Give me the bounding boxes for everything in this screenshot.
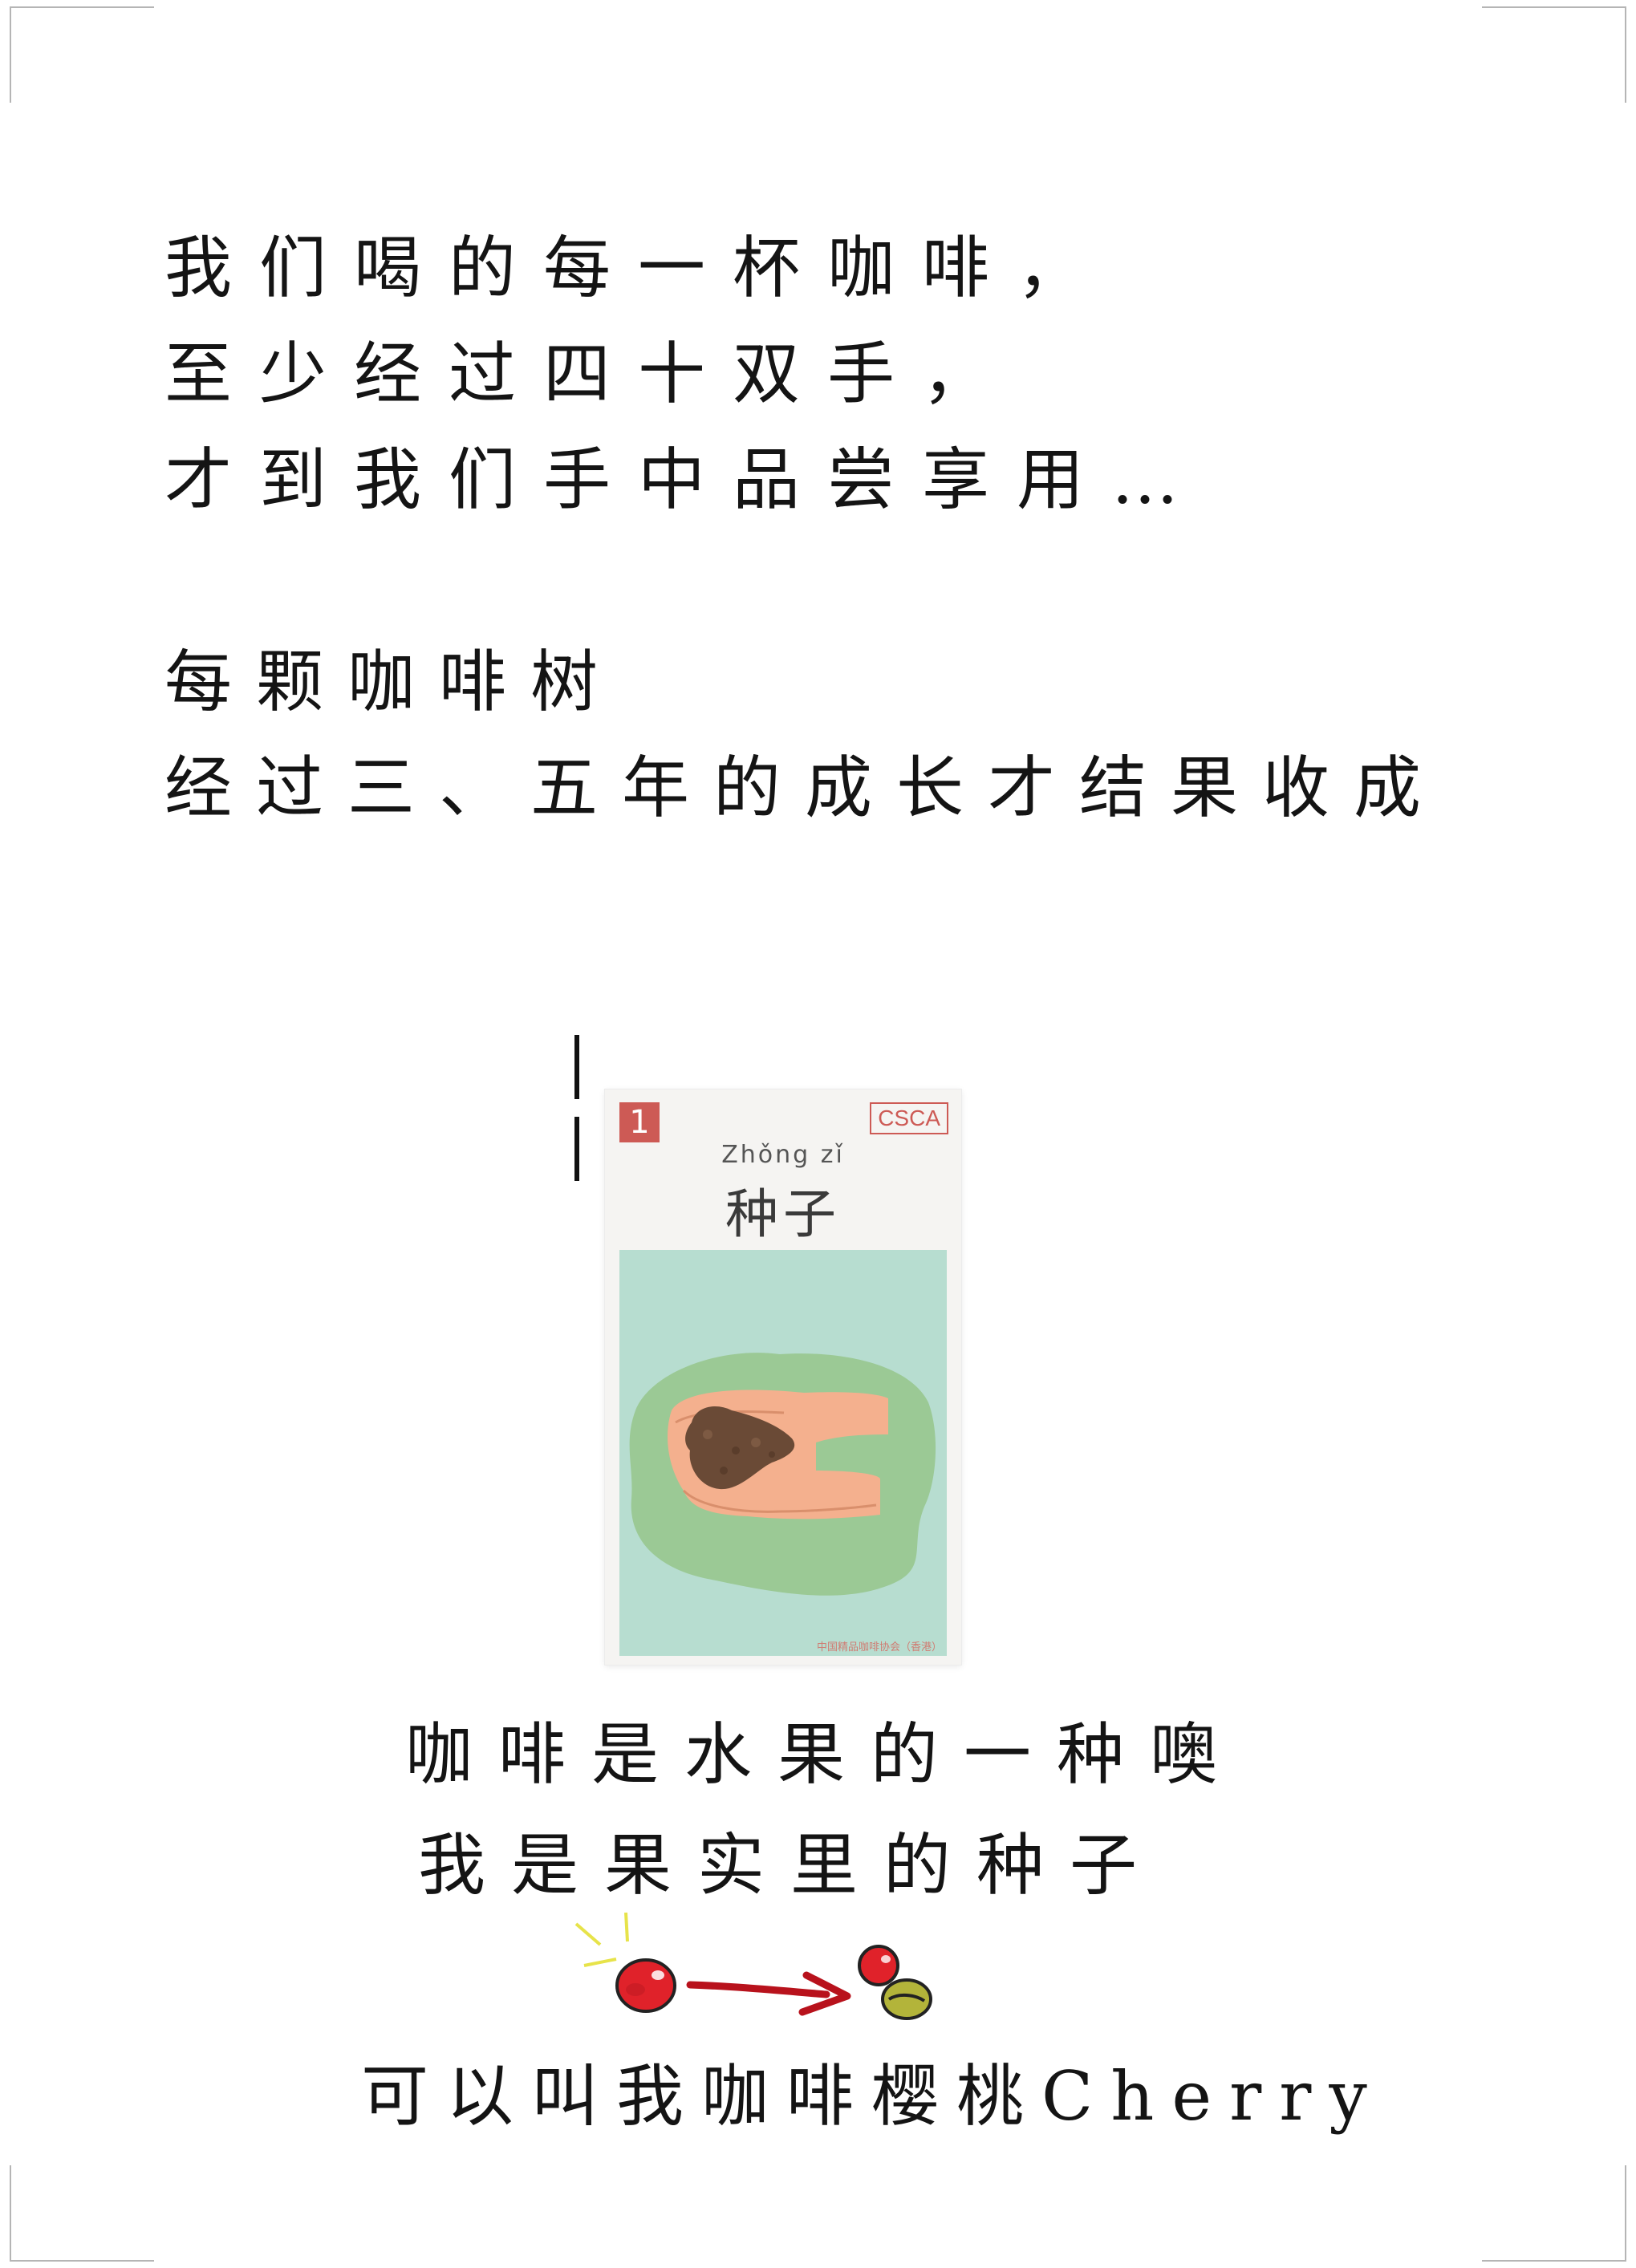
intro-line: 才到我们手中品尝享用… — [164, 440, 1207, 519]
card-footer: 中国精品咖啡协会（香港） — [816, 1641, 942, 1653]
crop-mark-top-left — [10, 6, 154, 8]
intro-line: 至少经过四十双手， — [164, 335, 1017, 413]
crop-mark-top-right — [1482, 6, 1626, 8]
card-title: 种子 — [725, 1183, 841, 1245]
card-number-badge: 1 — [619, 1102, 660, 1142]
crop-mark-bottom-right — [1482, 2260, 1626, 2262]
crop-mark-bottom-left — [10, 2260, 154, 2262]
seed-card: 1 CSCA Zhǒng zǐ 种子 中国精品咖啡协会（香港） — [605, 1089, 961, 1665]
growth-line: 每颗咖啡树 — [164, 643, 623, 721]
card-illustration — [619, 1250, 947, 1656]
sparkle-icon — [574, 1922, 602, 1946]
hands-holding-soil-icon — [629, 1353, 936, 1596]
fruit-note-line: 我是果实里的种子 — [418, 1826, 1163, 1905]
sparkle-icon — [583, 1958, 617, 1967]
crop-mark-top-right — [1625, 6, 1626, 103]
cherry-doodle — [574, 1912, 932, 2020]
crop-mark-top-left — [10, 6, 11, 103]
fruit-note-line: 咖啡是水果的一种噢 — [405, 1715, 1244, 1794]
text-cursor — [574, 1117, 579, 1181]
intro-paragraph: 我们喝的每一杯咖啡， 至少经过四十双手， 才到我们手中品尝享用… — [164, 215, 1206, 533]
text-cursor — [574, 1035, 579, 1099]
card-brand-badge: CSCA — [870, 1102, 948, 1134]
cherry-caption: 可以叫我咖啡樱桃Cherry — [361, 2057, 1385, 2136]
fruit-note-paragraph: 咖啡是水果的一种噢 我是果实里的种子 — [405, 1699, 1243, 1921]
arrow-right-icon — [686, 1971, 851, 2016]
card-pinyin: Zhǒng zǐ — [721, 1141, 845, 1169]
intro-line: 我们喝的每一杯咖啡， — [164, 229, 1112, 307]
page: 我们喝的每一杯咖啡， 至少经过四十双手， 才到我们手中品尝享用… 每颗咖啡树 经… — [0, 0, 1636, 2268]
crop-mark-bottom-left — [10, 2165, 11, 2262]
growth-line: 经过三、五年的成长才结果收成 — [164, 749, 1446, 827]
cherry-icon — [615, 1958, 676, 2013]
cherry-seed-icon — [858, 1945, 932, 2020]
sparkle-icon — [624, 1912, 629, 1942]
crop-mark-bottom-right — [1625, 2165, 1626, 2262]
growth-paragraph: 每颗咖啡树 经过三、五年的成长才结果收成 — [164, 629, 1445, 841]
